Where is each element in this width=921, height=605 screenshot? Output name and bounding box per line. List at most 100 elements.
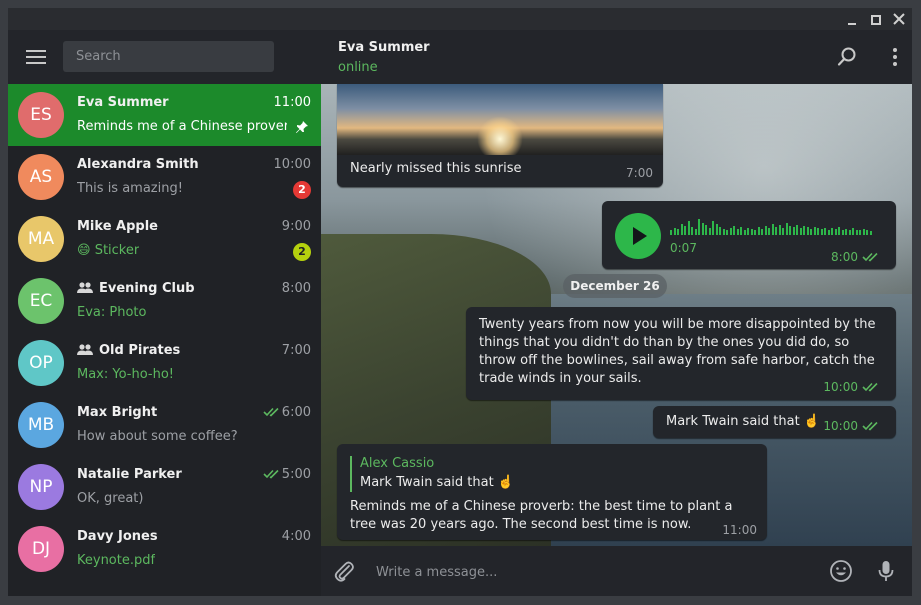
sunrise-photo[interactable] [337,84,663,155]
search-icon[interactable] [836,46,858,68]
waveform-bar [719,227,721,235]
message-time: 10:00 [823,380,858,394]
outgoing-message[interactable]: Twenty years from now you will be more d… [466,307,896,400]
waveform-bar [691,227,693,235]
chat-item-evening-club[interactable]: EC Evening Club 8:00 Eva: Photo [8,270,321,332]
chat-time: 10:00 [273,157,311,172]
waveform-bar [743,230,746,235]
reply-text: Mark Twain said that ☝️ [360,475,515,490]
waveform-bar [726,230,728,235]
waveform-bar [799,228,802,235]
waveform-bar [722,229,725,235]
waveform-bar [705,225,707,235]
close-button[interactable] [891,11,907,27]
chat-item-max-bright[interactable]: MB Max Bright 6:00 How about some coffee… [8,394,321,456]
chat-preview: OK, great) [77,491,144,506]
chat-name: Natalie Parker [77,467,182,482]
waveform-bar [764,226,767,235]
waveform-bar [715,224,718,235]
waveform-bar [785,223,788,235]
waveform-bar [810,229,812,235]
waveform-bar [768,228,770,235]
minimize-button[interactable] [844,11,860,27]
waveform-bar [694,229,697,235]
search-input[interactable] [63,41,274,72]
outgoing-message[interactable]: Mark Twain said that ☝️ 10:00 [653,406,896,438]
waveform-bar [803,226,805,235]
voice-waveform[interactable] [670,215,874,235]
chat-preview: How about some coffee? [77,429,238,444]
voice-message: 0:07 8:00 [602,201,896,269]
read-checkmarks-icon [862,421,878,431]
chat-item-alexandra-smith[interactable]: AS Alexandra Smith 10:00 This is amazing… [8,146,321,208]
chat-wallpaper: Nearly missed this sunrise 7:00 0:07 8:0… [321,84,912,546]
waveform-bar [761,229,763,235]
waveform-bar [747,228,749,235]
waveform-bar [670,230,672,235]
read-checkmarks-icon [263,469,279,479]
photo-caption: Nearly missed this sunrise [350,161,522,176]
message-input[interactable] [374,558,808,586]
paperclip-icon[interactable] [332,559,356,583]
message-composer [321,546,912,596]
app-window: ES Eva Summer 11:00 Reminds me of a Chin… [8,8,912,596]
maximize-button[interactable] [868,11,884,27]
more-vertical-icon[interactable] [884,46,906,68]
waveform-bar [687,221,690,235]
read-checkmarks-icon [862,382,878,392]
chat-preview: Reminds me of a Chinese prover… [77,119,287,134]
chat-item-davy-jones[interactable]: DJ Davy Jones 4:00 Keynote.pdf [8,518,321,580]
waveform-bar [813,227,816,235]
waveform-bar [729,228,732,235]
reply-author[interactable]: Alex Cassio [360,456,434,471]
waveform-bar [680,224,683,235]
chat-item-eva-summer[interactable]: ES Eva Summer 11:00 Reminds me of a Chin… [8,84,321,146]
avatar: AS [18,154,64,200]
sidebar-header [8,30,321,84]
peer-status: online [338,60,378,75]
message-text: Twenty years from now you will be more d… [479,317,876,386]
waveform-bar [862,229,865,235]
waveform-bar [838,227,840,235]
waveform-bar [673,228,676,235]
waveform-bar [827,230,830,235]
waveform-bar [757,227,760,235]
chat-item-mike-apple[interactable]: MA Mike Apple 9:00 😄 Sticker 2 [8,208,321,270]
chat-list-sidebar: ES Eva Summer 11:00 Reminds me of a Chin… [8,30,321,596]
menu-icon[interactable] [26,50,46,64]
conversation-panel: Eva Summer online Nearly missed this sun… [321,30,912,596]
chat-item-old-pirates[interactable]: OP Old Pirates 7:00 Max: Yo-ho-ho! [8,332,321,394]
chat-name: Davy Jones [77,529,158,544]
waveform-bar [712,221,714,235]
waveform-bar [820,229,823,235]
avatar: EC [18,278,64,324]
avatar: OP [18,340,64,386]
chat-time: 8:00 [281,281,311,296]
avatar: DJ [18,526,64,572]
avatar: MA [18,216,64,262]
waveform-bar [789,226,791,235]
message-text: Reminds me of a Chinese proverb: the bes… [350,499,733,532]
chat-name: Old Pirates [77,343,180,358]
waveform-bar [698,219,700,235]
chat-preview: This is amazing! [77,181,183,196]
play-button[interactable] [615,213,661,259]
emoji-icon[interactable] [829,559,853,583]
peer-name[interactable]: Eva Summer [338,40,430,55]
photo-message[interactable]: Nearly missed this sunrise 7:00 [337,84,663,187]
chat-time: 5:00 [281,467,311,482]
chat-item-natalie-parker[interactable]: NP Natalie Parker 5:00 OK, great) [8,456,321,518]
group-icon [77,344,93,355]
reply-quote-bar [350,456,352,492]
waveform-bar [754,230,756,235]
waveform-bar [866,230,868,235]
microphone-icon[interactable] [874,559,898,583]
unread-badge: 2 [293,243,311,261]
waveform-bar [834,229,837,235]
waveform-bar [855,230,858,235]
close-icon [893,13,905,25]
waveform-bar [750,229,753,235]
chat-time: 9:00 [281,219,311,234]
incoming-reply-message[interactable]: Alex Cassio Mark Twain said that ☝️ Remi… [337,444,767,540]
chat-name: Evening Club [77,281,195,296]
